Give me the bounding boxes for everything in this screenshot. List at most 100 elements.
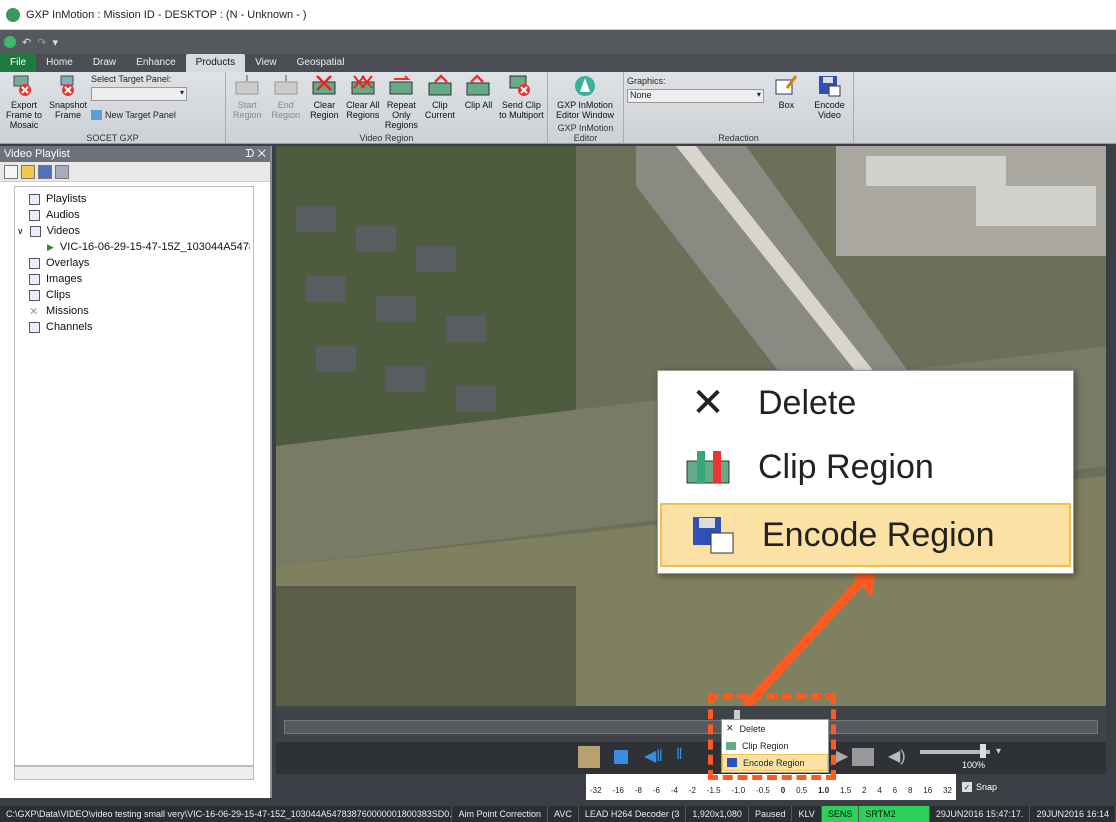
new-target-panel-button[interactable]: New Target Panel bbox=[91, 110, 187, 120]
menu-item-clip-region-zoomed[interactable]: Clip Region bbox=[658, 435, 1073, 499]
tab-home[interactable]: Home bbox=[36, 54, 83, 72]
tree-item-channels[interactable]: Channels bbox=[17, 319, 251, 335]
tree-item-missions[interactable]: ✕ Missions bbox=[17, 303, 251, 319]
group-label-socet: SOCET GXP bbox=[86, 133, 139, 143]
pin-close-icon[interactable]: ᗪ ✕ bbox=[245, 148, 266, 160]
clip-all-label: Clip All bbox=[464, 100, 493, 110]
clip-icon bbox=[29, 289, 40, 301]
tree-item-overlays[interactable]: Overlays bbox=[17, 255, 251, 271]
overlay-icon bbox=[29, 257, 40, 269]
film-icon bbox=[29, 225, 41, 237]
open-folder-icon[interactable] bbox=[21, 164, 35, 179]
end-region-button[interactable]: End Region bbox=[268, 74, 305, 130]
chevron-down-icon[interactable]: ∨ bbox=[17, 226, 24, 237]
clip-current-button[interactable]: Clip Current bbox=[422, 74, 459, 130]
new-panel-icon bbox=[91, 110, 102, 120]
chevron-down-icon: ▾ bbox=[179, 88, 184, 97]
tab-view[interactable]: View bbox=[245, 54, 287, 72]
checkbox-checked-icon[interactable]: ✓ bbox=[962, 782, 972, 792]
clear-all-regions-button[interactable]: Clear All Regions bbox=[345, 74, 382, 130]
new-target-panel-label: New Target Panel bbox=[105, 110, 176, 120]
panel-title: Video Playlist bbox=[4, 148, 70, 160]
tab-draw[interactable]: Draw bbox=[83, 54, 126, 72]
film-loop-icon[interactable] bbox=[578, 746, 600, 768]
timeline-track[interactable] bbox=[284, 720, 1098, 734]
tree-label: Images bbox=[46, 273, 83, 285]
context-menu-zoomed: ✕ Delete Clip Region Encode Region bbox=[657, 370, 1074, 574]
redo-icon[interactable]: ↷ bbox=[37, 36, 46, 49]
save-icon[interactable] bbox=[38, 164, 52, 179]
editor-window-label: GXP InMotion Editor Window bbox=[555, 100, 615, 120]
tab-products[interactable]: Products bbox=[185, 54, 246, 72]
tree-item-videos[interactable]: ∨ Videos bbox=[17, 223, 251, 239]
tab-file[interactable]: File bbox=[0, 54, 37, 72]
menu-item-encode-region-zoomed[interactable]: Encode Region bbox=[660, 503, 1071, 567]
export-frame-label: Export Frame to Mosaic bbox=[5, 100, 42, 130]
menu-item-delete-zoomed[interactable]: ✕ Delete bbox=[658, 371, 1073, 435]
tree-label: Channels bbox=[46, 321, 93, 333]
group-video-region: Start Region End Region Clear Region Cle… bbox=[226, 72, 548, 144]
horizontal-scrollbar[interactable] bbox=[14, 766, 254, 780]
editor-window-button[interactable]: GXP InMotion Editor Window bbox=[551, 74, 619, 130]
window-title: GXP InMotion : Mission ID - DESKTOP : (N… bbox=[26, 8, 307, 21]
snap-option[interactable]: ✓ Snap bbox=[962, 782, 997, 792]
customize-qat-icon[interactable]: ▾ bbox=[52, 36, 58, 49]
tree-item-audios[interactable]: Audios bbox=[17, 207, 251, 223]
snapshot-frame-button[interactable]: Snapshot Frame bbox=[47, 74, 89, 130]
group-label-video-region: Video Region bbox=[359, 133, 414, 143]
repeat-regions-icon bbox=[388, 74, 414, 98]
film-end-icon[interactable] bbox=[852, 748, 874, 766]
encode-region-icon bbox=[662, 503, 762, 567]
undo-icon[interactable]: ↶ bbox=[22, 36, 31, 49]
start-region-button[interactable]: Start Region bbox=[229, 74, 266, 130]
box-button[interactable]: Box bbox=[766, 74, 807, 130]
encode-video-button[interactable]: Encode Video bbox=[809, 74, 850, 130]
group-label-editor: GXP InMotion Editor bbox=[557, 123, 614, 143]
ruler-tick-label: -4 bbox=[670, 786, 678, 795]
send-clip-multiport-button[interactable]: Send Clip to Multiport bbox=[499, 74, 544, 130]
playback-controls: ◀‖ ‖ ▶ ◀) 100% ▾ bbox=[276, 742, 1106, 774]
tab-geospatial[interactable]: Geospatial bbox=[287, 54, 355, 72]
chevron-down-icon[interactable]: ▾ bbox=[996, 746, 1001, 757]
tree-label: Missions bbox=[46, 305, 89, 317]
status-time-start: 29JUN2016 15:47:17. bbox=[930, 806, 1031, 822]
status-path: C:\GXP\Data\VIDEO\video testing small ve… bbox=[0, 806, 453, 822]
clip-all-button[interactable]: Clip All bbox=[460, 74, 497, 130]
tree-item-clips[interactable]: Clips bbox=[17, 287, 251, 303]
tree-item-video-file[interactable]: ▶ VIC-16-06-29-15-47-15Z_103044A5478387 bbox=[17, 239, 251, 255]
status-codec: AVC bbox=[548, 806, 579, 822]
graphics-value: None bbox=[630, 90, 652, 100]
volume-thumb[interactable] bbox=[980, 744, 986, 758]
tab-enhance[interactable]: Enhance bbox=[126, 54, 185, 72]
new-icon[interactable] bbox=[4, 164, 18, 179]
ruler-ticks: -32 -16 -8 -6 -4 -2 -1.5 -1.0 -0.5 0 0.5 1.0 1.5 2 4 6 8… bbox=[586, 786, 956, 798]
app-menu-icon[interactable] bbox=[4, 36, 16, 48]
tree-label: Overlays bbox=[46, 257, 90, 269]
chevron-down-icon: ▾ bbox=[756, 90, 761, 99]
delete-x-icon: ✕ bbox=[691, 381, 725, 425]
status-sens: SENS bbox=[821, 806, 860, 822]
ruler-tick-label: 0 bbox=[780, 786, 786, 795]
tree-item-images[interactable]: Images bbox=[17, 271, 251, 287]
ruler-tick-label: 1.0 bbox=[818, 786, 830, 795]
graphics-select[interactable]: None ▾ bbox=[627, 89, 764, 103]
send-clip-icon bbox=[508, 74, 534, 98]
graphics-area: Graphics: None ▾ bbox=[627, 74, 764, 130]
step-back-icon[interactable]: ◀‖ bbox=[644, 746, 663, 766]
video-playlist-panel: Video Playlist ᗪ ✕ Playlists Audios ∨ Vid… bbox=[0, 146, 272, 798]
timeline[interactable] bbox=[276, 706, 1106, 742]
step-forward-icon[interactable]: ‖ bbox=[676, 746, 683, 764]
fast-forward-icon[interactable]: ▶ bbox=[836, 746, 848, 766]
repeat-only-regions-button[interactable]: Repeat Only Regions bbox=[383, 74, 420, 130]
speaker-icon[interactable]: ◀) bbox=[888, 746, 906, 766]
save-as-icon[interactable] bbox=[55, 164, 69, 179]
tree-item-playlists[interactable]: Playlists bbox=[17, 191, 251, 207]
stop-icon[interactable] bbox=[614, 750, 628, 764]
status-resolution: 1,920x1,080 bbox=[686, 806, 749, 822]
encode-video-label: Encode Video bbox=[814, 100, 845, 120]
clear-all-regions-label: Clear All Regions bbox=[346, 100, 380, 120]
ruler-tick-label: -1.5 bbox=[706, 786, 721, 795]
export-frame-button[interactable]: Export Frame to Mosaic bbox=[3, 74, 45, 130]
clear-region-button[interactable]: Clear Region bbox=[306, 74, 343, 130]
target-panel-select[interactable]: ▾ bbox=[91, 87, 187, 101]
